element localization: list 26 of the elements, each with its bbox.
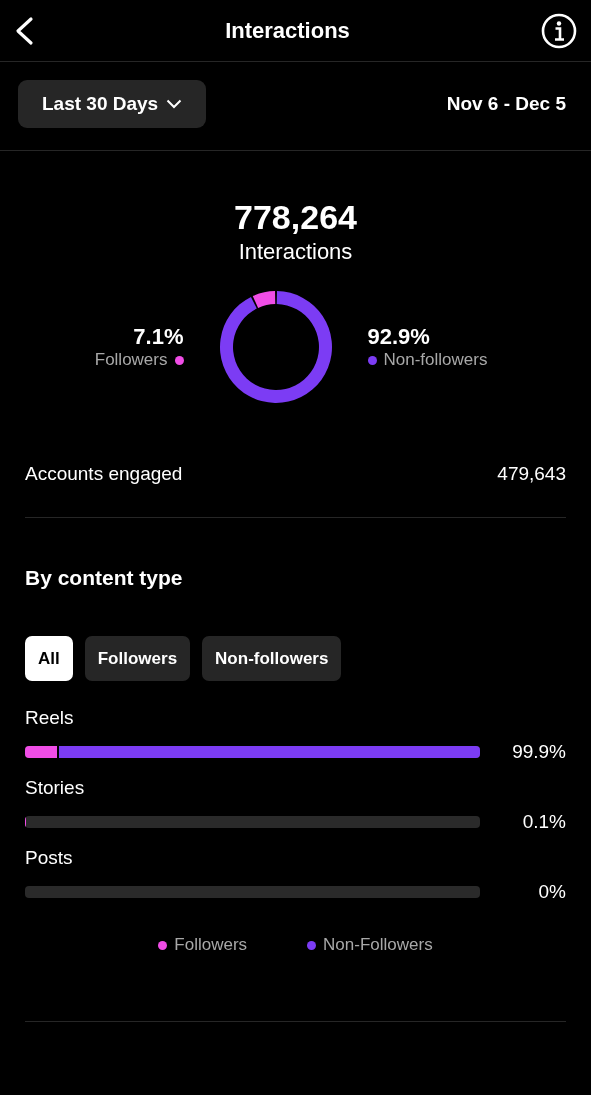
legend-label: Non-Followers xyxy=(323,935,433,955)
filter-chip[interactable]: All xyxy=(25,636,73,681)
date-range: Nov 6 - Dec 5 xyxy=(446,93,566,115)
section-title: By content type xyxy=(24,565,184,590)
info-icon[interactable] xyxy=(541,12,577,49)
percentage-value: 99.9% xyxy=(512,741,566,763)
interactions-total: 778,264 xyxy=(234,197,357,237)
metric-label: Accounts engaged xyxy=(25,463,183,485)
content-type-label: Reels xyxy=(25,706,75,730)
content-type-label: Stories xyxy=(25,776,86,800)
share-label: Followers xyxy=(94,350,168,370)
percentage-value: 0% xyxy=(538,881,566,903)
screen-title: Interactions xyxy=(225,17,350,44)
percentage-value: 0.1% xyxy=(522,811,566,833)
share-value: 7.1% xyxy=(133,324,184,350)
interactions-caption: Interactions xyxy=(238,239,353,265)
filter-chip[interactable]: Followers xyxy=(84,636,191,681)
back-icon[interactable] xyxy=(14,15,34,46)
chevron-down-icon xyxy=(166,99,183,109)
period-dropdown[interactable]: Last 30 Days xyxy=(18,80,207,128)
filter-chip[interactable]: Non-followers xyxy=(202,636,342,681)
share-label: Non-followers xyxy=(383,350,488,370)
metric-value: 479,643 xyxy=(497,463,566,485)
content-type-label: Posts xyxy=(25,846,74,870)
legend-label: Followers xyxy=(174,935,248,955)
share-value: 92.9% xyxy=(367,324,430,350)
